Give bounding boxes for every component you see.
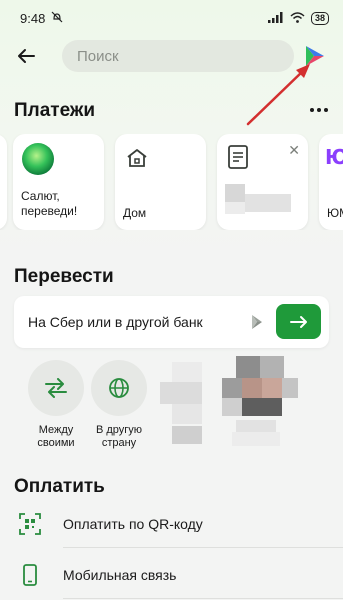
blurred-content	[172, 426, 202, 444]
yumoney-logo-icon: Ю	[325, 146, 343, 168]
blurred-content	[242, 398, 282, 416]
salut-orb-icon	[22, 143, 54, 175]
status-bar: 9:48 38	[0, 0, 343, 36]
quick-transfer-circle	[91, 360, 147, 416]
salut-assistant-icon	[306, 46, 324, 66]
blurred-content	[222, 378, 242, 398]
status-time: 9:48	[20, 10, 46, 26]
pay-item-label: Мобильная связь	[63, 567, 177, 583]
blurred-content	[222, 398, 242, 416]
transfer-field[interactable]: На Сбер или в другой банк	[14, 296, 329, 348]
quick-transfer-label: В другую страну	[95, 424, 143, 449]
blurred-content	[262, 378, 282, 398]
payment-card-salut[interactable]: Салют, переведи!	[13, 134, 104, 230]
payment-card-label: Дом	[123, 206, 147, 220]
blurred-content	[172, 362, 202, 382]
qr-scan-icon	[19, 513, 41, 535]
transfer-field-label: На Сбер или в другой банк	[28, 314, 203, 330]
arrow-left-icon	[18, 49, 35, 63]
blurred-content	[260, 356, 284, 378]
quick-transfer-circle	[28, 360, 84, 416]
blurred-content	[225, 184, 245, 202]
dot-icon	[324, 108, 328, 112]
svg-text:Ю: Ю	[325, 146, 343, 168]
exchange-arrows-icon	[45, 378, 67, 398]
signal-icon	[267, 11, 284, 26]
back-button[interactable]	[12, 42, 40, 70]
blurred-content	[236, 356, 260, 378]
payment-card-home[interactable]: Дом	[115, 134, 206, 230]
pay-title: Оплатить	[14, 476, 105, 497]
wifi-icon	[290, 11, 305, 26]
more-options-button[interactable]	[306, 100, 332, 120]
salut-small-icon	[252, 315, 262, 329]
quick-transfer-label: Между своими	[37, 424, 75, 449]
payment-card-yumoney[interactable]: Ю ЮМ	[319, 134, 343, 230]
transfer-go-button[interactable]	[276, 304, 321, 339]
search-placeholder: Поиск	[77, 47, 119, 65]
transfer-title: Перевести	[14, 266, 114, 287]
close-icon[interactable]: ✕	[288, 142, 300, 159]
blurred-content	[236, 420, 276, 432]
payment-card-partial[interactable]	[0, 134, 7, 230]
pay-item-mobile[interactable]: Мобильная связь	[0, 553, 343, 597]
search-input[interactable]: Поиск	[62, 40, 294, 72]
blurred-content	[160, 382, 202, 404]
divider	[63, 547, 343, 548]
payments-carousel: Салют, переведи! Дом ✕ Ю ЮМ	[0, 134, 343, 230]
blurred-content	[172, 404, 202, 424]
battery-indicator: 38	[310, 11, 329, 25]
payment-card-document[interactable]: ✕	[217, 134, 308, 230]
top-bar: Поиск	[0, 36, 343, 76]
payment-card-label: Салют, переведи!	[21, 189, 78, 218]
document-icon	[228, 145, 248, 169]
do-not-disturb-icon	[51, 11, 63, 26]
blurred-content	[232, 432, 280, 446]
pay-item-qr[interactable]: Оплатить по QR-коду	[0, 502, 343, 546]
mobile-phone-icon	[23, 564, 37, 586]
dot-icon	[317, 108, 321, 112]
dot-icon	[310, 108, 314, 112]
arrow-right-icon	[289, 315, 307, 328]
home-icon	[127, 149, 147, 167]
payment-card-label: ЮМ	[327, 206, 343, 220]
divider	[63, 598, 343, 599]
blurred-content	[242, 378, 262, 398]
quick-transfer-abroad[interactable]: В другую страну	[83, 360, 155, 450]
blurred-content	[245, 194, 291, 212]
payments-title: Платежи	[14, 100, 96, 121]
blurred-content	[282, 378, 298, 398]
pay-item-label: Оплатить по QR-коду	[63, 516, 203, 532]
quick-transfer-between-own[interactable]: Между своими	[20, 360, 92, 450]
globe-icon	[109, 378, 129, 398]
salut-assistant-button[interactable]	[300, 42, 328, 70]
blurred-content	[225, 202, 245, 214]
